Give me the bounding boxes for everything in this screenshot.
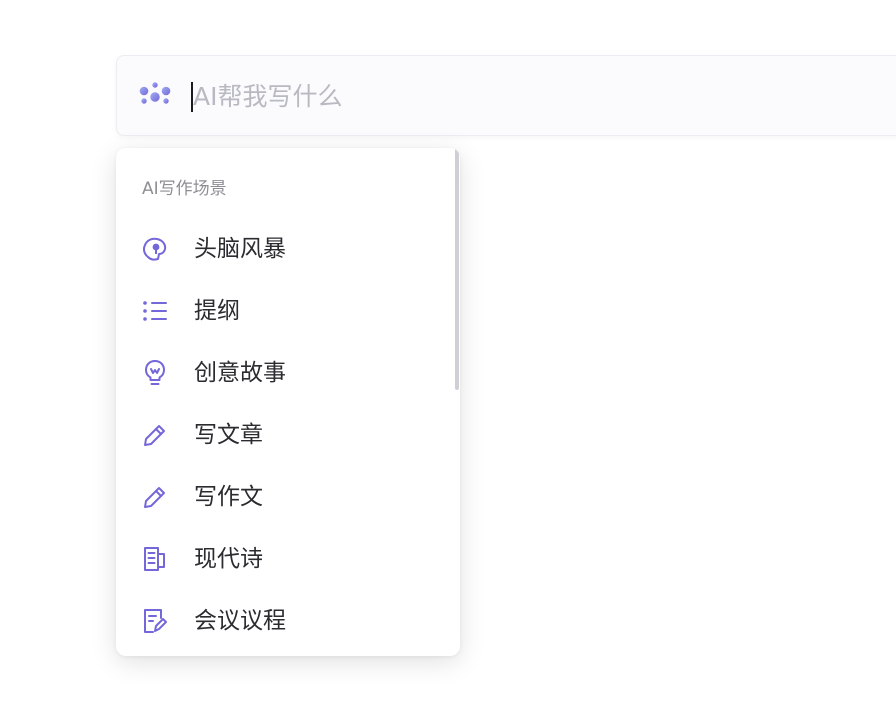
- menu-list: 头脑风暴 提纲 创意故事 写文章 写作文 现代诗 会议议程: [116, 218, 454, 652]
- pencil-icon: [141, 483, 169, 511]
- menu-item-brainstorm[interactable]: 头脑风暴: [116, 218, 454, 280]
- menu-heading: AI写作场景: [142, 179, 227, 199]
- menu-item-creative-story[interactable]: 创意故事: [116, 342, 454, 404]
- ai-input-bar[interactable]: [116, 55, 896, 136]
- menu-item-label: 创意故事: [194, 360, 286, 386]
- pencil-icon: [141, 421, 169, 449]
- menu-item-label: 现代诗: [194, 546, 263, 572]
- menu-item-write-article[interactable]: 写文章: [116, 404, 454, 466]
- menu-item-label: 提纲: [194, 298, 240, 324]
- writing-scene-menu: AI写作场景 头脑风暴 提纲 创意故事 写文章 写作文 现代诗 会议议程: [116, 148, 460, 656]
- menu-item-write-essay[interactable]: 写作文: [116, 466, 454, 528]
- brain-icon: [141, 235, 169, 263]
- agenda-edit-icon: [141, 607, 169, 635]
- outline-list-icon: [141, 297, 169, 325]
- poem-book-icon: [141, 545, 169, 573]
- ai-prompt-input[interactable]: [193, 74, 793, 118]
- ai-sparkle-icon: [133, 72, 177, 118]
- menu-item-label: 写作文: [194, 484, 263, 510]
- menu-item-label: 头脑风暴: [194, 236, 286, 262]
- menu-item-modern-poem[interactable]: 现代诗: [116, 528, 454, 590]
- menu-item-label: 会议议程: [194, 608, 286, 634]
- lightbulb-icon: [141, 359, 169, 387]
- menu-scrollbar[interactable]: [455, 148, 459, 390]
- menu-item-meeting-agenda[interactable]: 会议议程: [116, 590, 454, 652]
- menu-item-label: 写文章: [194, 422, 263, 448]
- menu-item-outline[interactable]: 提纲: [116, 280, 454, 342]
